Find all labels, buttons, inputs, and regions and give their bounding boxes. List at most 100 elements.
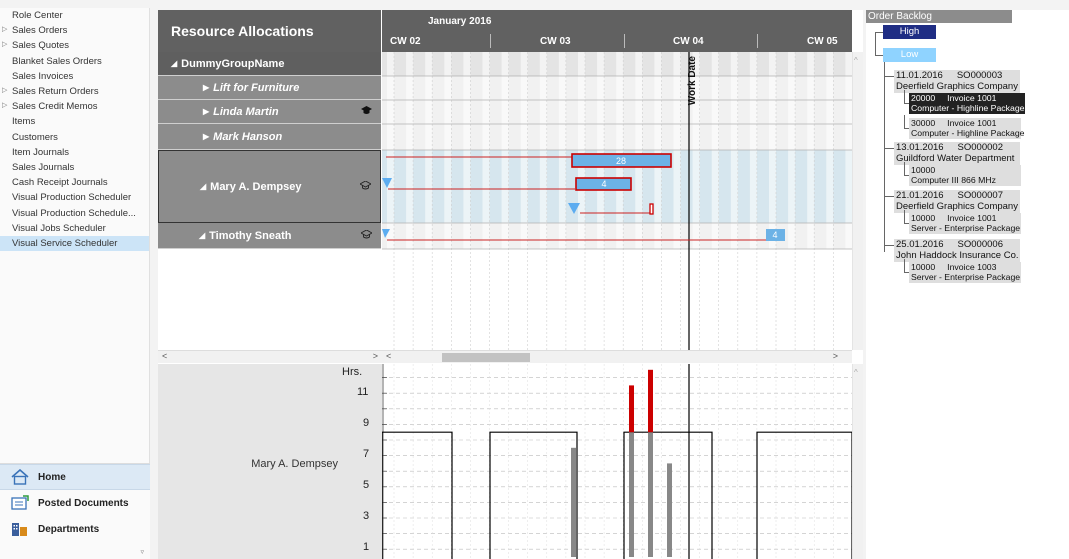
resource-allocations-header: Resource Allocations [158, 10, 381, 52]
nav-item[interactable]: Role Center [0, 8, 149, 23]
scheduler-panel: Resource Allocations ◢ DummyGroupName ▶ Lif… [158, 10, 863, 559]
nav-item[interactable]: ▷ Sales Credit Memos [0, 99, 149, 114]
priority-high-node[interactable]: High [883, 25, 936, 39]
nav-scroll-down-icon[interactable]: ▿ [140, 548, 144, 556]
nav-item-label: Sales Return Orders [12, 86, 99, 98]
gantt-chart-area[interactable]: Work Date 28 4 4 [382, 52, 852, 350]
nav-posted-documents-button[interactable]: Posted Documents [0, 490, 150, 516]
nav-item[interactable]: Blanket Sales Orders [0, 54, 149, 69]
capacity-outline [382, 431, 453, 559]
order-number: SO000002 [957, 142, 1003, 153]
scroll-thumb[interactable] [442, 353, 530, 362]
nav-item[interactable]: Sales Journals [0, 160, 149, 175]
expand-arrow-icon[interactable]: ▶ [203, 83, 209, 92]
resource-horizontal-scrollbar[interactable]: < > [158, 350, 382, 363]
scroll-right-icon[interactable]: > [373, 351, 378, 361]
order-number: SO000003 [956, 70, 1003, 81]
order-customer: Deerfield Graphics Company [896, 200, 1018, 212]
scroll-left-icon[interactable]: < [386, 351, 391, 361]
nav-departments-label: Departments [38, 523, 100, 535]
nav-home-button[interactable]: Home [0, 464, 150, 490]
tree-connector [904, 210, 905, 224]
expand-caret-icon[interactable]: ▷ [2, 25, 7, 33]
timeline-header: January 2016 CW 02 CW 03 CW 04 CW 05 [382, 10, 852, 52]
nav-item-label: Items [12, 116, 36, 128]
backlog-order-line[interactable]: 30000 Invoice 1001 Computer - Highline Pac… [909, 118, 1024, 139]
backlog-order[interactable]: 11.01.2016 SO000003 Deerfield Graphics Com… [894, 70, 1020, 93]
line-number: 20000 [911, 93, 936, 103]
resource-name: Linda Martin [213, 105, 279, 118]
backlog-order[interactable]: 25.01.2016 SO000006 John Haddock Insurance… [894, 239, 1020, 262]
expand-arrow-icon[interactable]: ▶ [203, 107, 209, 116]
backlog-order-line[interactable]: 10000 Invoice 1003 Server - Enterprise Pac… [909, 262, 1021, 283]
nav-item[interactable]: Visual Production Schedule... [0, 205, 149, 220]
line-description: Server - Enterprise Package [911, 271, 1021, 282]
scroll-up-icon[interactable]: ^ [854, 368, 858, 377]
scroll-left-icon[interactable]: < [162, 351, 167, 361]
gantt-horizontal-scrollbar[interactable]: < > [382, 350, 852, 363]
resource-name: Mark Hanson [213, 130, 283, 143]
resource-row[interactable]: ◢ Timothy Sneath [158, 223, 381, 249]
tree-connector [904, 90, 905, 104]
nav-item[interactable]: Item Journals [0, 145, 149, 160]
expand-caret-icon[interactable]: ▷ [2, 86, 7, 94]
allocation-bar[interactable] [649, 203, 654, 215]
tree-connector [875, 32, 883, 33]
capacity-bar[interactable] [629, 432, 634, 557]
nav-item[interactable]: Sales Invoices [0, 69, 149, 84]
collapse-arrow-icon[interactable]: ◢ [199, 231, 205, 240]
nav-item[interactable]: Visual Service Scheduler [0, 235, 149, 251]
backlog-order-line[interactable]: 10000 Computer III 866 MHz [909, 165, 1021, 186]
resource-row[interactable]: ◢ Mary A. Dempsey [158, 150, 381, 223]
expand-arrow-icon[interactable]: ▶ [203, 132, 209, 141]
order-date: 13.01.2016 [896, 142, 944, 153]
nav-item-label: Cash Receipt Journals [12, 177, 108, 189]
nav-home-label: Home [38, 471, 66, 483]
collapse-arrow-icon[interactable]: ◢ [171, 59, 177, 68]
nav-departments-button[interactable]: Departments [0, 516, 150, 542]
backlog-order[interactable]: 13.01.2016 SO000002 Guildford Water Depart… [894, 142, 1020, 165]
resource-row[interactable]: ▶ Linda Martin [158, 100, 381, 124]
tree-connector [904, 259, 905, 273]
backlog-order-line[interactable]: 20000 Invoice 1001 Computer - Highline Pac… [909, 93, 1025, 114]
allocation-bar-label: 4 [772, 230, 777, 240]
order-date: 25.01.2016 [896, 239, 944, 250]
expand-caret-icon[interactable]: ▷ [2, 101, 7, 109]
backlog-order-line[interactable]: 10000 Invoice 1001 Server - Enterprise Pac… [909, 213, 1021, 234]
scroll-up-icon[interactable]: ^ [854, 56, 858, 65]
y-tick-label: 9 [363, 417, 370, 429]
resource-row[interactable]: ◢ DummyGroupName [158, 52, 381, 76]
collapse-arrow-icon[interactable]: ◢ [200, 182, 206, 191]
week-label: CW 04 [673, 36, 704, 47]
nav-item[interactable]: Visual Production Scheduler [0, 190, 149, 205]
nav-item[interactable]: ▷ Sales Return Orders [0, 84, 149, 99]
nav-item[interactable]: ▷ Sales Orders [0, 23, 149, 38]
scroll-right-icon[interactable]: > [833, 351, 838, 361]
chart-vertical-scrollbar[interactable]: ^ [852, 364, 863, 559]
priority-low-node[interactable]: Low [883, 48, 936, 62]
navigation-pane: Role Center ▷ Sales Orders ▷ Sales Quotes Bla… [0, 8, 150, 559]
nav-item-label: Visual Jobs Scheduler [12, 222, 106, 234]
nav-item[interactable]: Customers [0, 130, 149, 145]
backlog-order[interactable]: 21.01.2016 SO000007 Deerfield Graphics Com… [894, 190, 1020, 213]
nav-item-label: Sales Invoices [12, 70, 74, 82]
overload-bar[interactable] [648, 369, 653, 433]
resource-row[interactable]: ▶ Mark Hanson [158, 124, 381, 150]
nav-item-label: Visual Production Scheduler [12, 192, 132, 204]
nav-item[interactable]: Cash Receipt Journals [0, 175, 149, 190]
nav-item[interactable]: Visual Jobs Scheduler [0, 221, 149, 236]
capacity-bar[interactable] [648, 432, 653, 557]
nav-posted-documents-label: Posted Documents [38, 497, 129, 509]
line-description: Computer - Highline Package [911, 102, 1025, 113]
capacity-bar[interactable] [571, 447, 576, 557]
expand-caret-icon[interactable]: ▷ [2, 40, 7, 48]
overload-bar[interactable] [629, 385, 634, 433]
resource-row[interactable]: ▶ Lift for Furniture [158, 76, 381, 100]
nav-item[interactable]: ▷ Sales Quotes [0, 38, 149, 53]
nav-item[interactable]: Items [0, 114, 149, 129]
capacity-outline [756, 431, 852, 559]
gantt-vertical-scrollbar[interactable]: ^ [852, 52, 863, 350]
resource-name: Lift for Furniture [213, 81, 300, 94]
capacity-bar[interactable] [667, 463, 672, 557]
capacity-chart[interactable] [382, 364, 852, 559]
